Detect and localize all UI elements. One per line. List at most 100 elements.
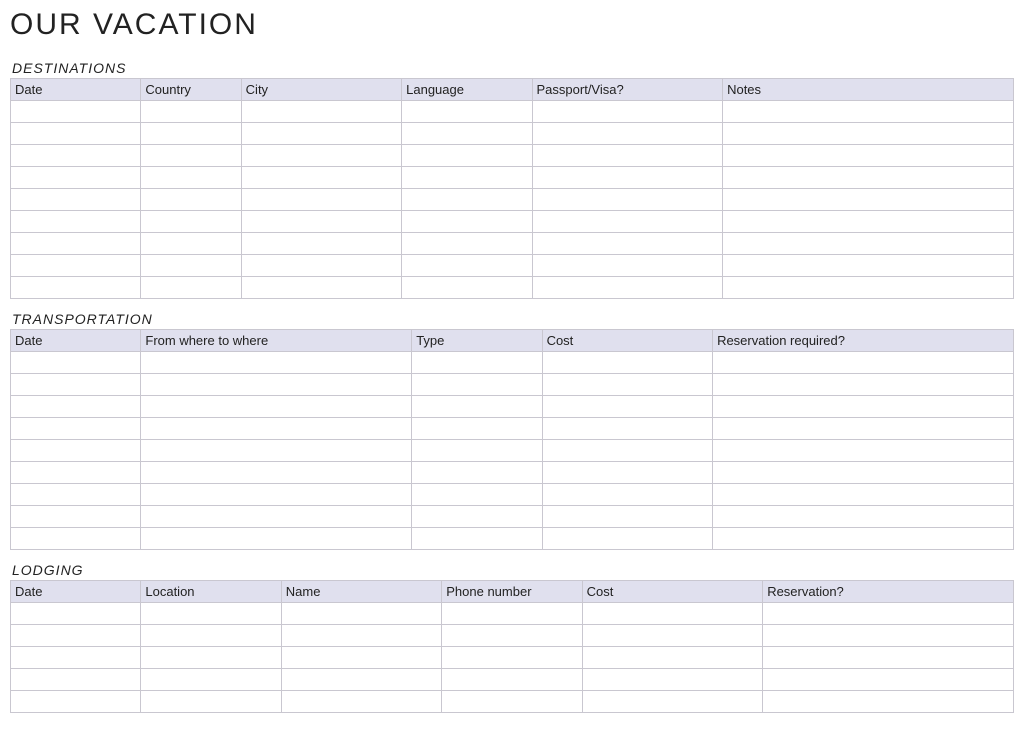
table-cell[interactable] bbox=[11, 647, 141, 669]
table-cell[interactable] bbox=[402, 167, 532, 189]
table-cell[interactable] bbox=[11, 255, 141, 277]
table-cell[interactable] bbox=[11, 528, 141, 550]
table-cell[interactable] bbox=[141, 189, 241, 211]
table-cell[interactable] bbox=[402, 255, 532, 277]
table-cell[interactable] bbox=[412, 374, 542, 396]
table-cell[interactable] bbox=[713, 462, 1014, 484]
table-cell[interactable] bbox=[532, 101, 723, 123]
table-cell[interactable] bbox=[442, 625, 582, 647]
table-cell[interactable] bbox=[713, 374, 1014, 396]
table-cell[interactable] bbox=[442, 669, 582, 691]
table-cell[interactable] bbox=[141, 528, 412, 550]
table-cell[interactable] bbox=[713, 528, 1014, 550]
table-cell[interactable] bbox=[723, 189, 1014, 211]
table-cell[interactable] bbox=[11, 440, 141, 462]
table-cell[interactable] bbox=[11, 352, 141, 374]
table-cell[interactable] bbox=[402, 277, 532, 299]
table-cell[interactable] bbox=[141, 211, 241, 233]
table-cell[interactable] bbox=[763, 625, 1014, 647]
table-cell[interactable] bbox=[141, 255, 241, 277]
table-cell[interactable] bbox=[141, 484, 412, 506]
table-cell[interactable] bbox=[281, 691, 441, 713]
table-cell[interactable] bbox=[713, 396, 1014, 418]
table-cell[interactable] bbox=[532, 123, 723, 145]
table-cell[interactable] bbox=[542, 528, 713, 550]
table-cell[interactable] bbox=[442, 691, 582, 713]
table-cell[interactable] bbox=[723, 277, 1014, 299]
table-cell[interactable] bbox=[532, 145, 723, 167]
table-cell[interactable] bbox=[141, 440, 412, 462]
table-cell[interactable] bbox=[723, 233, 1014, 255]
table-cell[interactable] bbox=[402, 101, 532, 123]
table-cell[interactable] bbox=[11, 396, 141, 418]
table-cell[interactable] bbox=[412, 396, 542, 418]
table-cell[interactable] bbox=[402, 211, 532, 233]
table-cell[interactable] bbox=[11, 211, 141, 233]
table-cell[interactable] bbox=[542, 440, 713, 462]
table-cell[interactable] bbox=[763, 691, 1014, 713]
table-cell[interactable] bbox=[11, 418, 141, 440]
table-cell[interactable] bbox=[241, 277, 401, 299]
table-cell[interactable] bbox=[532, 167, 723, 189]
table-cell[interactable] bbox=[412, 484, 542, 506]
table-cell[interactable] bbox=[11, 691, 141, 713]
table-cell[interactable] bbox=[11, 484, 141, 506]
table-cell[interactable] bbox=[402, 145, 532, 167]
table-cell[interactable] bbox=[11, 462, 141, 484]
table-cell[interactable] bbox=[11, 506, 141, 528]
table-cell[interactable] bbox=[402, 189, 532, 211]
table-cell[interactable] bbox=[11, 625, 141, 647]
table-cell[interactable] bbox=[141, 145, 241, 167]
table-cell[interactable] bbox=[11, 277, 141, 299]
table-cell[interactable] bbox=[141, 167, 241, 189]
table-cell[interactable] bbox=[141, 277, 241, 299]
table-cell[interactable] bbox=[542, 352, 713, 374]
table-cell[interactable] bbox=[582, 647, 763, 669]
table-cell[interactable] bbox=[532, 233, 723, 255]
table-cell[interactable] bbox=[141, 603, 281, 625]
table-cell[interactable] bbox=[542, 396, 713, 418]
table-cell[interactable] bbox=[11, 603, 141, 625]
table-cell[interactable] bbox=[542, 418, 713, 440]
table-cell[interactable] bbox=[141, 123, 241, 145]
table-cell[interactable] bbox=[763, 647, 1014, 669]
table-cell[interactable] bbox=[723, 167, 1014, 189]
table-cell[interactable] bbox=[713, 506, 1014, 528]
table-cell[interactable] bbox=[412, 352, 542, 374]
table-cell[interactable] bbox=[412, 462, 542, 484]
table-cell[interactable] bbox=[542, 484, 713, 506]
table-cell[interactable] bbox=[141, 233, 241, 255]
table-cell[interactable] bbox=[241, 255, 401, 277]
table-cell[interactable] bbox=[241, 145, 401, 167]
table-cell[interactable] bbox=[141, 647, 281, 669]
table-cell[interactable] bbox=[713, 418, 1014, 440]
table-cell[interactable] bbox=[11, 374, 141, 396]
table-cell[interactable] bbox=[141, 374, 412, 396]
table-cell[interactable] bbox=[141, 352, 412, 374]
table-cell[interactable] bbox=[241, 123, 401, 145]
table-cell[interactable] bbox=[241, 211, 401, 233]
table-cell[interactable] bbox=[402, 233, 532, 255]
table-cell[interactable] bbox=[141, 418, 412, 440]
table-cell[interactable] bbox=[11, 167, 141, 189]
table-cell[interactable] bbox=[11, 123, 141, 145]
table-cell[interactable] bbox=[281, 625, 441, 647]
table-cell[interactable] bbox=[542, 374, 713, 396]
table-cell[interactable] bbox=[723, 101, 1014, 123]
table-cell[interactable] bbox=[141, 669, 281, 691]
table-cell[interactable] bbox=[412, 528, 542, 550]
table-cell[interactable] bbox=[713, 352, 1014, 374]
table-cell[interactable] bbox=[281, 669, 441, 691]
table-cell[interactable] bbox=[532, 211, 723, 233]
table-cell[interactable] bbox=[442, 647, 582, 669]
table-cell[interactable] bbox=[141, 691, 281, 713]
table-cell[interactable] bbox=[723, 145, 1014, 167]
table-cell[interactable] bbox=[582, 669, 763, 691]
table-cell[interactable] bbox=[241, 101, 401, 123]
table-cell[interactable] bbox=[141, 396, 412, 418]
table-cell[interactable] bbox=[241, 233, 401, 255]
table-cell[interactable] bbox=[582, 691, 763, 713]
table-cell[interactable] bbox=[412, 506, 542, 528]
table-cell[interactable] bbox=[532, 277, 723, 299]
table-cell[interactable] bbox=[723, 211, 1014, 233]
